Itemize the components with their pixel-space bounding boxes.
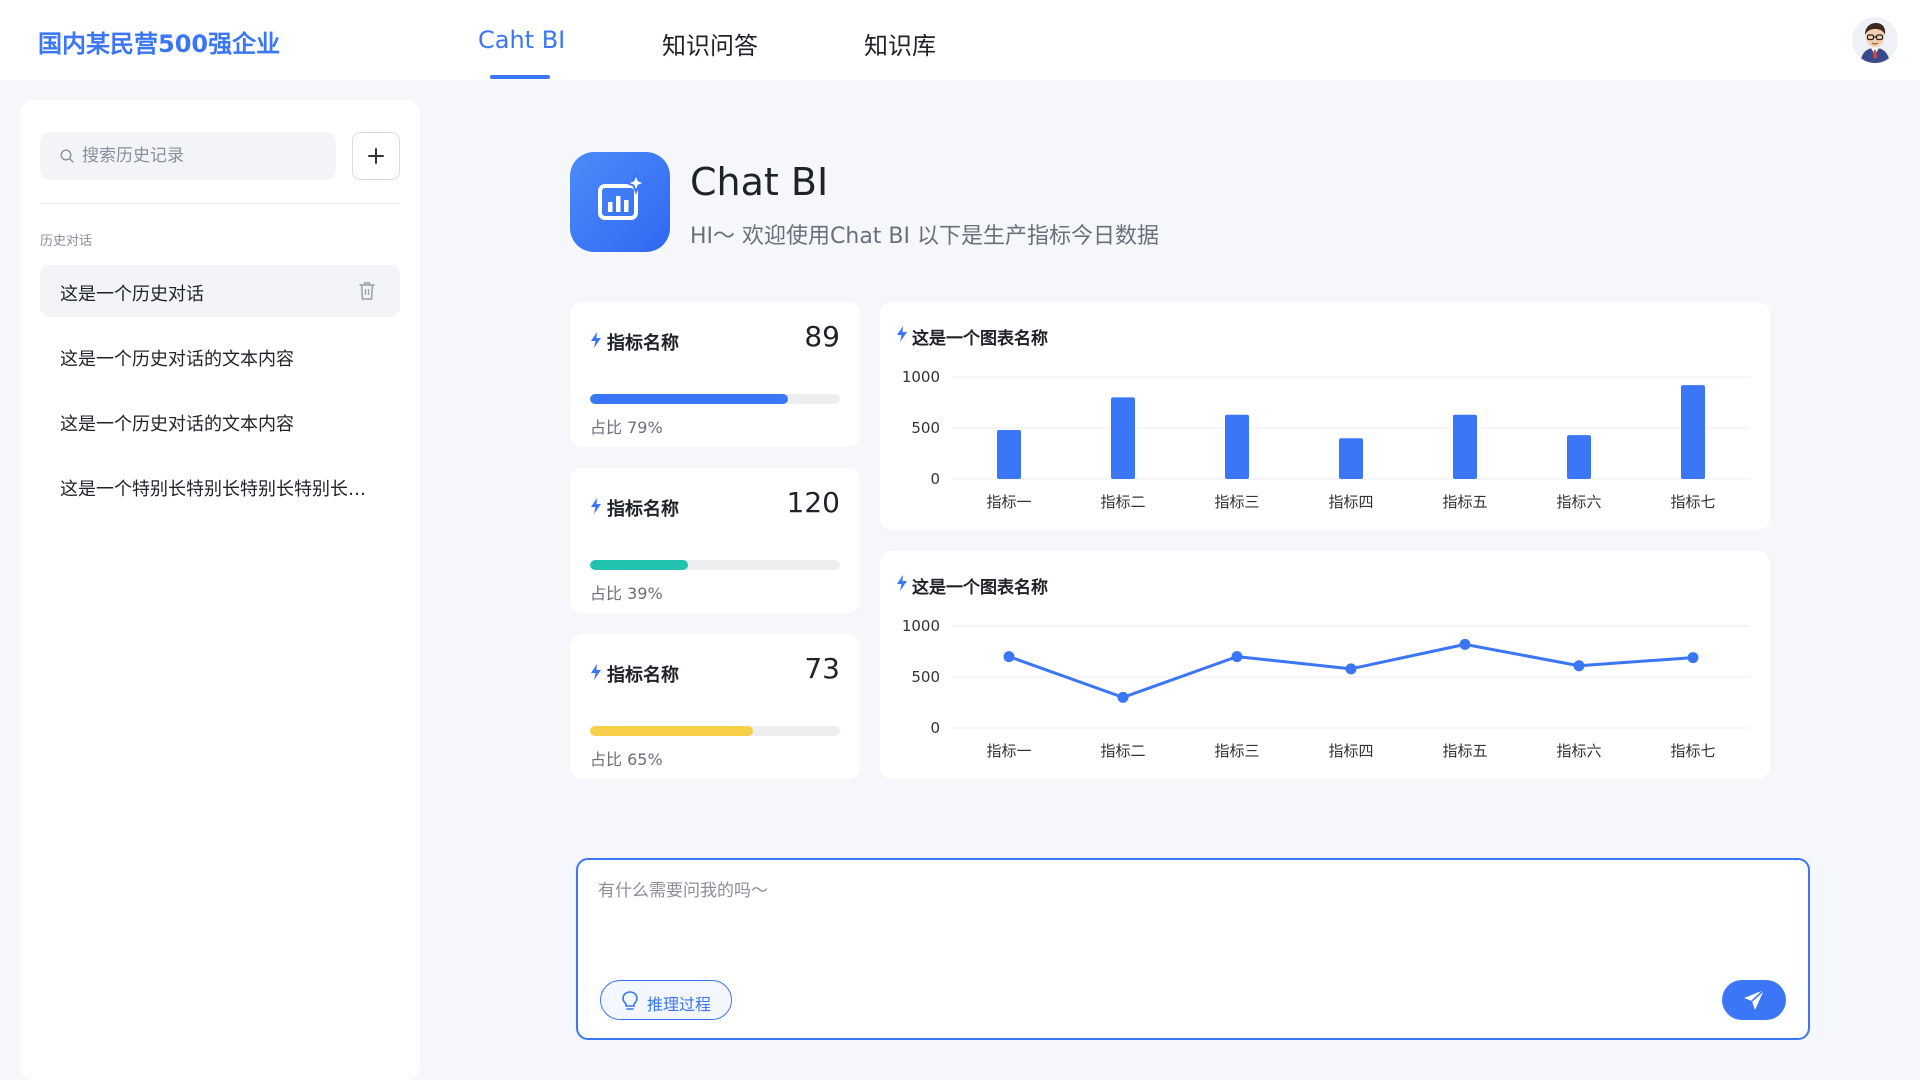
history-sidebar: 历史对话 这是一个历史对话 这是一个历史对话的文本内容 这是一个历史对话的文本内… — [20, 100, 420, 1080]
user-avatar[interactable] — [1852, 17, 1898, 63]
new-chat-button[interactable] — [352, 132, 400, 180]
send-button[interactable] — [1722, 980, 1786, 1020]
metric-value: 120 — [786, 486, 840, 519]
y-tick-label: 1000 — [902, 368, 940, 386]
history-item-label: 这是一个特别长特别长特别长特别长特别长特别长 — [60, 479, 370, 500]
reasoning-label: 推理过程 — [647, 995, 712, 1014]
x-tick-label: 指标二 — [1100, 493, 1145, 511]
history-item-label: 这是一个历史对话 — [60, 284, 204, 305]
x-tick-label: 指标三 — [1214, 493, 1259, 511]
y-tick-label: 1000 — [902, 617, 940, 635]
lightning-icon — [591, 332, 601, 348]
line-chart-card: 这是一个图表名称 0 500 1000 指标一 指标二 指标三 指标四 指标五 指标六 指标七 — [880, 551, 1770, 779]
bar[interactable] — [1567, 435, 1591, 479]
trash-icon[interactable] — [358, 281, 376, 301]
x-tick-label: 指标五 — [1442, 493, 1487, 511]
x-tick-label: 指标四 — [1328, 742, 1373, 760]
active-tab-indicator — [490, 75, 550, 79]
top-bar: 国内某民营500强企业 Caht BI 知识问答 知识库 — [0, 0, 1920, 80]
metric-card: 指标名称 89 占比 79% — [570, 302, 860, 447]
avatar-illustration — [1852, 17, 1898, 63]
history-item[interactable]: 这是一个特别长特别长特别长特别长特别长特别长 — [40, 460, 400, 512]
search-box[interactable] — [40, 132, 336, 180]
bar[interactable] — [1681, 385, 1705, 479]
lightbulb-icon — [622, 991, 638, 1010]
progress-track — [590, 726, 840, 736]
tab-knowledge-qa[interactable]: 知识问答 — [662, 26, 758, 61]
history-item[interactable]: 这是一个历史对话 — [40, 265, 400, 317]
lightning-icon — [591, 498, 601, 514]
metric-name: 指标名称 — [607, 665, 679, 686]
data-point[interactable] — [1003, 651, 1015, 663]
data-point[interactable] — [1573, 660, 1585, 672]
chat-bi-logo — [570, 152, 670, 252]
y-tick-label: 500 — [911, 668, 940, 686]
plus-icon — [368, 148, 384, 164]
progress-fill — [590, 560, 688, 570]
progress-fill — [590, 726, 753, 736]
bar[interactable] — [1339, 438, 1363, 479]
bar-chart-card: 这是一个图表名称 0 500 1000 指标一 指标二 指标三 指标四 指标五 指标六 指标七 — [880, 302, 1770, 530]
tab-knowledge-base[interactable]: 知识库 — [864, 26, 936, 61]
tab-chat-bi[interactable]: Caht BI — [478, 26, 565, 54]
history-item[interactable]: 这是一个历史对话的文本内容 — [40, 330, 400, 382]
data-point[interactable] — [1231, 651, 1243, 663]
metric-name: 指标名称 — [607, 499, 679, 520]
x-tick-label: 指标三 — [1214, 742, 1259, 760]
history-item[interactable]: 这是一个历史对话的文本内容 — [40, 395, 400, 447]
bar[interactable] — [1453, 414, 1477, 479]
x-tick-label: 指标五 — [1442, 742, 1487, 760]
page-subtitle: HI～ 欢迎使用Chat BI 以下是生产指标今日数据 — [690, 224, 1160, 249]
x-tick-label: 指标一 — [986, 742, 1031, 760]
data-point[interactable] — [1117, 691, 1129, 703]
sidebar-divider — [40, 203, 400, 204]
x-tick-label: 指标四 — [1328, 493, 1373, 511]
paper-plane-icon — [1744, 989, 1765, 1010]
metric-ratio: 占比 65% — [590, 750, 663, 769]
data-point[interactable] — [1345, 663, 1357, 675]
bar-chart-sparkle-icon — [598, 171, 648, 220]
history-item-label: 这是一个历史对话的文本内容 — [60, 349, 294, 370]
page-title: Chat BI — [690, 160, 829, 204]
progress-track — [590, 394, 840, 404]
bar-chart: 0 500 1000 指标一 指标二 指标三 指标四 指标五 指标六 指标七 — [902, 368, 1750, 511]
metric-name: 指标名称 — [607, 333, 679, 354]
data-point[interactable] — [1459, 638, 1471, 650]
search-input[interactable] — [82, 132, 322, 180]
x-tick-label: 指标六 — [1556, 742, 1601, 760]
metric-value: 73 — [804, 652, 840, 685]
brand-logo[interactable]: 国内某民营500强企业 — [38, 24, 280, 59]
history-section-label: 历史对话 — [40, 234, 93, 249]
data-point[interactable] — [1687, 652, 1699, 664]
x-tick-label: 指标二 — [1100, 742, 1145, 760]
y-tick-label: 0 — [930, 719, 940, 737]
metric-card: 指标名称 73 占比 65% — [570, 634, 860, 779]
metric-card: 指标名称 120 占比 39% — [570, 468, 860, 613]
progress-fill — [590, 394, 788, 404]
x-tick-label: 指标七 — [1670, 493, 1715, 511]
bar[interactable] — [1111, 397, 1135, 479]
search-icon — [60, 149, 74, 163]
metric-ratio: 占比 79% — [590, 418, 663, 437]
progress-track — [590, 560, 840, 570]
metric-ratio: 占比 39% — [590, 584, 663, 603]
y-tick-label: 500 — [911, 419, 940, 437]
chat-composer: 推理过程 — [576, 858, 1810, 1040]
line-chart: 0 500 1000 指标一 指标二 指标三 指标四 指标五 指标六 指标七 — [902, 617, 1750, 760]
bar[interactable] — [1225, 414, 1249, 479]
y-tick-label: 0 — [930, 470, 940, 488]
metric-value: 89 — [804, 320, 840, 353]
x-tick-label: 指标七 — [1670, 742, 1715, 760]
bar[interactable] — [997, 430, 1021, 479]
prompt-input[interactable] — [598, 876, 1778, 936]
history-item-label: 这是一个历史对话的文本内容 — [60, 414, 294, 435]
reasoning-toggle-button[interactable]: 推理过程 — [600, 980, 732, 1020]
x-tick-label: 指标一 — [986, 493, 1031, 511]
lightning-icon — [591, 664, 601, 680]
x-tick-label: 指标六 — [1556, 493, 1601, 511]
